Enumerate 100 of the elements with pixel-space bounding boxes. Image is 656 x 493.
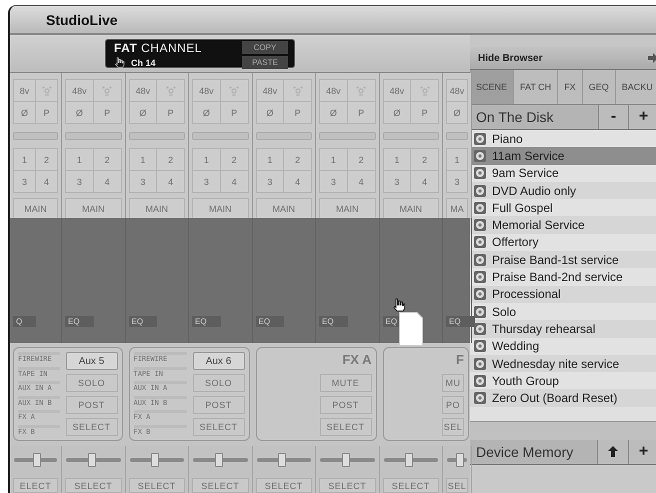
fader-thumb[interactable] <box>405 453 414 467</box>
main-button[interactable]: MAIN <box>192 198 248 220</box>
phantom-button[interactable]: 48v <box>256 80 284 101</box>
scene-item[interactable]: Wednesday nite service <box>470 354 656 372</box>
fader-thumb[interactable] <box>456 453 464 467</box>
bus-button[interactable]: 4 <box>411 171 438 192</box>
bus-button[interactable]: 2 <box>411 149 438 170</box>
fader-thumb[interactable] <box>88 453 96 467</box>
browser-tab[interactable]: SCENE <box>470 70 514 104</box>
browser-tab[interactable]: GEQ <box>582 70 616 104</box>
aux-name-button[interactable]: Aux 6 <box>192 352 244 370</box>
bus-button[interactable]: 2 <box>36 149 57 170</box>
bus-button[interactable]: 2 <box>284 149 311 170</box>
phantom-power-button[interactable] <box>36 80 57 101</box>
prefader-button[interactable]: P <box>220 102 248 123</box>
main-button[interactable]: MA <box>446 198 468 220</box>
main-button[interactable]: MAIN <box>13 198 58 220</box>
aux-name-button[interactable]: Aux 5 <box>66 352 118 370</box>
bus-button[interactable]: 4 <box>220 171 248 192</box>
phantom-power-button[interactable] <box>284 80 311 101</box>
paste-button[interactable]: PASTE <box>242 56 288 69</box>
bus-button[interactable]: 2 <box>157 149 184 170</box>
bus-button[interactable]: 1 <box>384 149 410 170</box>
select-button[interactable]: SELECT <box>192 478 248 493</box>
main-button[interactable]: MAIN <box>65 198 122 220</box>
bus-button[interactable]: 1 <box>447 149 467 170</box>
hide-browser-label[interactable]: Hide Browser <box>478 52 542 64</box>
bus-button[interactable]: 1 <box>130 149 156 170</box>
polarity-button[interactable]: Ø <box>193 102 220 123</box>
scene-item[interactable]: 11am Service <box>470 147 656 165</box>
phantom-button[interactable]: 48v <box>447 80 467 101</box>
bus-button[interactable]: 4 <box>94 171 120 192</box>
scene-item[interactable]: 9am Service <box>470 164 656 182</box>
phantom-button[interactable]: 48v <box>66 80 93 101</box>
select-button[interactable]: SEL <box>446 478 468 493</box>
section-button[interactable]: + <box>628 105 656 129</box>
section-button[interactable]: + <box>628 440 656 464</box>
bus-button[interactable]: 1 <box>193 149 220 170</box>
select-button[interactable]: SELECT <box>128 478 185 493</box>
main-button[interactable]: MAIN <box>382 198 439 220</box>
fx-button[interactable]: POST <box>320 396 372 414</box>
aux-button[interactable]: SELECT <box>66 418 118 436</box>
bus-button[interactable]: 3 <box>256 171 284 192</box>
phantom-power-button[interactable] <box>220 80 248 101</box>
aux-button[interactable]: POST <box>66 396 118 414</box>
bus-button[interactable]: 4 <box>36 171 57 192</box>
fader-thumb[interactable] <box>151 453 160 467</box>
phantom-power-button[interactable] <box>157 80 184 101</box>
select-button[interactable]: SELECT <box>256 478 312 493</box>
bus-button[interactable]: 3 <box>320 171 347 192</box>
scene-item[interactable]: Memorial Service <box>470 216 656 234</box>
prefader-button[interactable]: P <box>284 102 311 123</box>
phantom-button[interactable]: 48v <box>384 80 410 101</box>
browser-tab[interactable]: FAT CH <box>514 70 558 104</box>
main-button[interactable]: MAIN <box>256 198 312 220</box>
prefader-button[interactable]: P <box>36 102 57 123</box>
scene-item[interactable]: Full Gospel <box>470 199 656 216</box>
browser-tab[interactable]: BACKU <box>616 70 656 104</box>
bus-button[interactable]: 3 <box>193 171 220 192</box>
bus-button[interactable]: 1 <box>320 149 347 170</box>
polarity-button[interactable]: Ø <box>66 102 93 123</box>
scene-item[interactable]: Thursday rehearsal <box>470 320 656 338</box>
fx-button[interactable]: PO <box>442 396 464 414</box>
scene-item[interactable]: Processional <box>470 286 656 303</box>
aux-button[interactable]: POST <box>192 396 244 414</box>
scene-item[interactable]: Wedding <box>470 338 656 355</box>
bus-button[interactable]: 3 <box>14 171 35 192</box>
polarity-button[interactable]: Ø <box>130 102 156 123</box>
bus-button[interactable]: 3 <box>384 171 410 192</box>
phantom-button[interactable]: 48v <box>320 80 347 101</box>
section-button[interactable]: - <box>598 105 628 129</box>
fader-thumb[interactable] <box>278 453 286 467</box>
prefader-button[interactable]: P <box>94 102 120 123</box>
scene-item[interactable]: Piano <box>470 130 656 148</box>
bus-button[interactable]: 1 <box>66 149 93 170</box>
browser-tab[interactable]: FX <box>558 70 583 104</box>
bus-button[interactable]: 2 <box>348 149 374 170</box>
scene-item[interactable]: Praise Band-1st service <box>470 251 656 268</box>
bus-button[interactable]: 4 <box>157 171 184 192</box>
bus-button[interactable]: 3 <box>130 171 156 192</box>
bus-button[interactable]: 3 <box>66 171 93 192</box>
bus-button[interactable]: 3 <box>447 171 467 192</box>
aux-button[interactable]: SELECT <box>192 418 244 436</box>
aux-button[interactable]: SOLO <box>192 374 244 392</box>
phantom-button[interactable]: 8v <box>14 80 35 101</box>
polarity-button[interactable]: Ø <box>256 102 284 123</box>
fx-button[interactable]: MU <box>442 374 464 392</box>
scene-item[interactable]: Youth Group <box>470 372 656 390</box>
select-button[interactable]: SELECT <box>319 478 376 493</box>
select-button[interactable]: SELECT <box>382 478 439 493</box>
prefader-button[interactable]: P <box>411 102 438 123</box>
scene-item[interactable]: Offertory <box>470 234 656 252</box>
polarity-button[interactable]: Ø <box>384 102 410 123</box>
phantom-power-button[interactable] <box>348 80 374 101</box>
fx-button[interactable]: SELECT <box>320 418 372 436</box>
splitter-handle[interactable] <box>470 420 656 440</box>
polarity-button[interactable]: Ø <box>447 102 467 123</box>
prefader-button[interactable]: P <box>157 102 184 123</box>
fader-thumb[interactable] <box>342 453 350 467</box>
fx-button[interactable]: MUTE <box>320 374 372 392</box>
